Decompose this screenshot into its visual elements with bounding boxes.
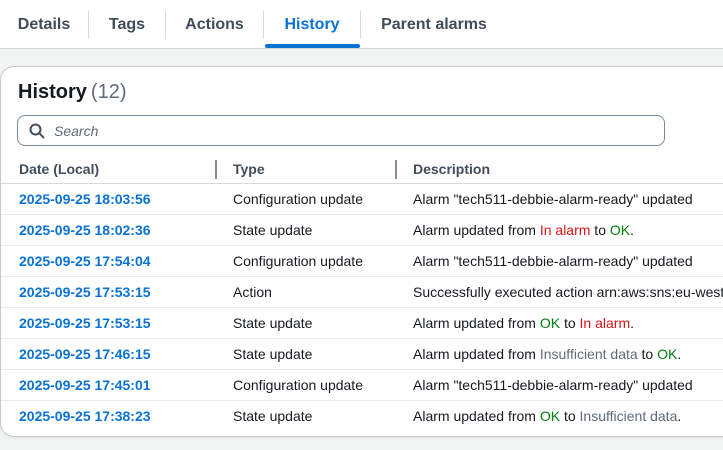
history-type: Action [233, 284, 272, 300]
state-in-alarm: In alarm [579, 315, 631, 331]
column-header-description[interactable]: Description [413, 161, 490, 177]
description-text: Alarm updated from [413, 315, 540, 331]
description-text: Alarm "tech511-debbie-alarm-ready" updat… [413, 191, 693, 207]
table-row: 2025-09-25 17:53:15 State update Alarm upd… [1, 308, 723, 339]
table-row: 2025-09-25 18:02:36 State update Alarm upd… [1, 215, 723, 246]
history-description: Alarm updated from OK to Insufficient da… [413, 408, 681, 424]
history-date-link[interactable]: 2025-09-25 18:02:36 [19, 222, 151, 238]
history-type: Configuration update [233, 253, 363, 269]
table-row: 2025-09-25 17:38:23 State update Alarm upd… [1, 401, 723, 432]
history-description: Alarm "tech511-debbie-alarm-ready" updat… [413, 191, 693, 207]
description-text: . [677, 346, 682, 362]
description-text: Alarm updated from [413, 346, 540, 362]
history-heading: History [18, 81, 87, 103]
tab-bar: Details Tags Actions History Parent alar… [0, 0, 723, 49]
column-resize-handle[interactable] [215, 160, 217, 179]
history-panel: History(12) Date (Local) Type Descriptio… [0, 66, 723, 437]
state-ok: OK [539, 408, 561, 424]
description-text: Alarm "tech511-debbie-alarm-ready" updat… [413, 253, 693, 269]
search-box[interactable] [17, 115, 665, 146]
history-type: State update [233, 408, 313, 424]
history-type: State update [233, 346, 313, 362]
history-date-link[interactable]: 2025-09-25 17:53:15 [19, 315, 151, 331]
column-header-date[interactable]: Date (Local) [19, 161, 99, 177]
table-header: Date (Local) Type Description [1, 155, 723, 184]
table-row: 2025-09-25 17:54:04 Configuration update A… [1, 246, 723, 277]
table-row: 2025-09-25 17:46:15 State update Alarm upd… [1, 339, 723, 370]
history-date-link[interactable]: 2025-09-25 17:38:23 [19, 408, 151, 424]
history-description: Successfully executed action arn:aws:sns… [413, 284, 723, 300]
description-text: Successfully executed action arn:aws:sns… [413, 284, 723, 300]
state-ok: OK [609, 222, 631, 238]
description-text: Alarm updated from [413, 408, 540, 424]
tab-parent-alarms[interactable]: Parent alarms [361, 0, 507, 49]
state-in-alarm: In alarm [539, 222, 591, 238]
history-date-link[interactable]: 2025-09-25 18:03:56 [19, 191, 151, 207]
history-description: Alarm updated from Insufficient data to … [413, 346, 681, 362]
search-input[interactable] [54, 116, 654, 145]
description-text: . [677, 408, 682, 424]
history-date-link[interactable]: 2025-09-25 17:53:15 [19, 284, 151, 300]
column-header-type[interactable]: Type [233, 161, 265, 177]
history-type: Configuration update [233, 191, 363, 207]
description-text: . [630, 315, 635, 331]
history-type: State update [233, 222, 313, 238]
description-text: . [630, 222, 635, 238]
history-type: State update [233, 315, 313, 331]
description-text: Alarm updated from [413, 222, 540, 238]
tab-history[interactable]: History [264, 0, 360, 49]
description-text: to [637, 346, 658, 362]
tab-actions[interactable]: Actions [166, 0, 263, 49]
history-type: Configuration update [233, 377, 363, 393]
history-count: (12) [90, 81, 127, 103]
tab-details[interactable]: Details [0, 0, 88, 49]
history-description: Alarm updated from OK to In alarm. [413, 315, 634, 331]
description-text: Alarm "tech511-debbie-alarm-ready" updat… [413, 377, 693, 393]
description-text: to [560, 315, 580, 331]
state-insufficient-data: Insufficient data [579, 408, 678, 424]
table-row: 2025-09-25 17:53:15 Action Successfully ex… [1, 277, 723, 308]
search-icon [29, 123, 45, 139]
history-description: Alarm "tech511-debbie-alarm-ready" updat… [413, 377, 693, 393]
table-row: 2025-09-25 17:45:01 Configuration update A… [1, 370, 723, 401]
table-row: 2025-09-25 18:03:56 Configuration update A… [1, 184, 723, 215]
description-text: to [590, 222, 610, 238]
state-ok: OK [657, 346, 678, 362]
history-date-link[interactable]: 2025-09-25 17:45:01 [19, 377, 151, 393]
history-date-link[interactable]: 2025-09-25 17:54:04 [19, 253, 151, 269]
description-text: to [560, 408, 580, 424]
state-insufficient-data: Insufficient data [539, 346, 638, 362]
column-resize-handle[interactable] [395, 160, 397, 179]
tab-tags[interactable]: Tags [89, 0, 165, 49]
active-tab-indicator [265, 44, 360, 48]
history-description: Alarm "tech511-debbie-alarm-ready" updat… [413, 253, 693, 269]
page-title: History (12) [18, 81, 126, 104]
state-ok: OK [539, 315, 561, 331]
history-date-link[interactable]: 2025-09-25 17:46:15 [19, 346, 151, 362]
history-description: Alarm updated from In alarm to OK. [413, 222, 634, 238]
